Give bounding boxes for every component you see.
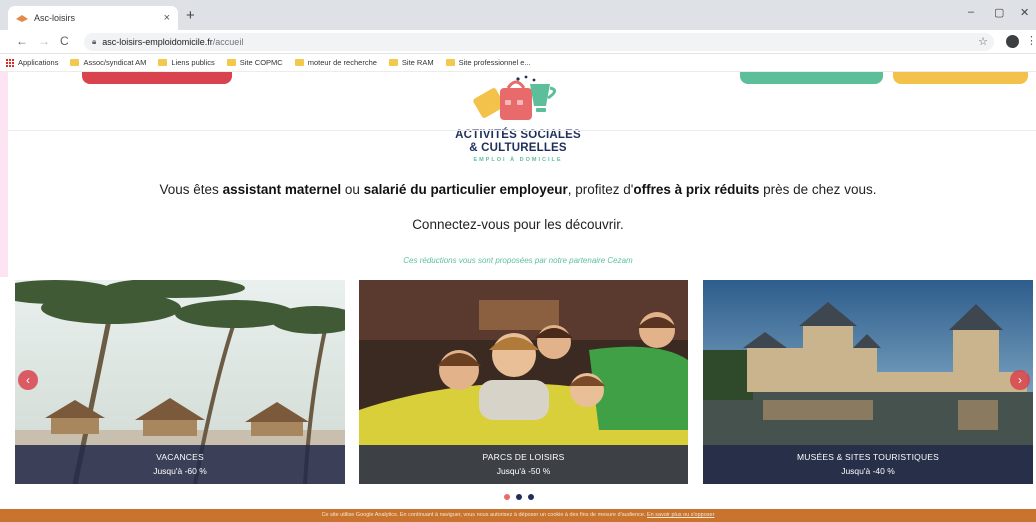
browser-tab[interactable]: Asc-loisirs × bbox=[8, 6, 178, 30]
bookmark-label: Site RAM bbox=[401, 58, 434, 67]
bookmark-site-professionnel[interactable]: Site professionnel e... bbox=[445, 58, 531, 67]
intro-bold-offres: offres à prix réduits bbox=[633, 182, 760, 197]
card-caption: VACANCES Jusqu'à -60 % bbox=[15, 445, 345, 484]
folder-icon bbox=[445, 59, 455, 66]
forward-arrow-icon[interactable]: → bbox=[38, 34, 50, 48]
bookmark-label: moteur de recherche bbox=[307, 58, 377, 67]
bookmark-moteur-recherche[interactable]: moteur de recherche bbox=[294, 58, 377, 67]
intro-text-part: Vous êtes bbox=[159, 182, 223, 197]
profile-avatar-icon[interactable] bbox=[1006, 35, 1019, 48]
card-title: MUSÉES & SITES TOURISTIQUES bbox=[796, 452, 940, 462]
logo-illustration-icon bbox=[473, 75, 556, 120]
page-content: ACTIVITÉS SOCIALES & CULTURELLES EMPLOI … bbox=[0, 72, 1036, 522]
apps-grid-icon bbox=[6, 58, 14, 67]
card-title: PARCS DE LOISIRS bbox=[482, 452, 565, 462]
tab-strip: Asc-loisirs × + – ▢ ✕ bbox=[0, 0, 1036, 30]
tab-title: Asc-loisirs bbox=[34, 13, 76, 23]
bookmark-applications[interactable]: Applications bbox=[6, 58, 58, 67]
bookmark-label: Site COPMC bbox=[239, 58, 283, 67]
browser-window: Asc-loisirs × + – ▢ ✕ ← → C 🔒︎ asc-loisi… bbox=[0, 0, 1036, 522]
folder-icon bbox=[388, 59, 398, 66]
window-close-button[interactable]: ✕ bbox=[1020, 6, 1029, 19]
intro-text-part: près de chez vous. bbox=[759, 182, 877, 197]
carousel-dot[interactable] bbox=[528, 494, 534, 500]
url-path: /accueil bbox=[212, 37, 244, 47]
connect-prompt: Connectez-vous pour les découvrir. bbox=[412, 217, 624, 232]
window-minimize-button[interactable]: – bbox=[968, 6, 974, 18]
folder-icon bbox=[294, 59, 304, 66]
carousel-prev-button[interactable]: ‹ bbox=[18, 370, 38, 390]
card-discount: Jusqu'à -50 % bbox=[496, 466, 551, 476]
bookmark-liens-publics[interactable]: Liens publics bbox=[158, 58, 215, 67]
card-discount: Jusqu'à -60 % bbox=[153, 466, 207, 476]
bookmark-label: Applications bbox=[18, 58, 59, 67]
bookmark-site-ram[interactable]: Site RAM bbox=[388, 58, 434, 67]
bookmark-label: Site professionnel e... bbox=[458, 58, 531, 67]
url-host: asc-loisirs-emploidomicile.fr bbox=[102, 37, 213, 47]
cookie-text: Ce site utilise Google Analytics. En con… bbox=[321, 512, 648, 518]
site-favicon-icon bbox=[16, 15, 28, 22]
logo-tagline: EMPLOI À DOMICILE bbox=[473, 157, 563, 163]
intro-text: Vous êtes assistant maternel ou salarié … bbox=[0, 182, 1036, 197]
bookmark-label: Assoc/syndicat AM bbox=[83, 58, 147, 67]
cookie-more-link[interactable]: En savoir plus ou s'opposer bbox=[647, 512, 714, 518]
card-caption: MUSÉES & SITES TOURISTIQUES Jusqu'à -40 … bbox=[703, 445, 1033, 484]
card-title: VACANCES bbox=[156, 452, 204, 462]
back-arrow-icon[interactable]: ← bbox=[16, 34, 28, 48]
carousel-dot[interactable] bbox=[516, 494, 522, 500]
carousel-next-button[interactable]: › bbox=[1010, 370, 1030, 390]
folder-icon bbox=[70, 59, 80, 66]
new-tab-button[interactable]: + bbox=[186, 7, 195, 24]
partner-note: Ces réductions vous sont proposées par n… bbox=[403, 256, 633, 265]
toolbar: ← → C 🔒︎ asc-loisirs-emploidomicile.fr /… bbox=[0, 30, 1036, 54]
address-bar[interactable]: 🔒︎ asc-loisirs-emploidomicile.fr /accuei… bbox=[84, 33, 994, 51]
lock-icon: 🔒︎ bbox=[92, 37, 97, 46]
card-caption: PARCS DE LOISIRS Jusqu'à -50 % bbox=[359, 445, 688, 484]
carousel-pagination bbox=[504, 494, 534, 500]
intro-bold-salarie: salarié du particulier employeur bbox=[363, 182, 568, 197]
window-restore-button[interactable]: ▢ bbox=[994, 6, 1004, 19]
carousel-card-parcs[interactable]: PARCS DE LOISIRS Jusqu'à -50 % bbox=[359, 280, 688, 484]
header-red-button[interactable] bbox=[82, 72, 232, 84]
decorative-block bbox=[0, 72, 8, 277]
intro-bold-assistant: assistant maternel bbox=[222, 182, 342, 197]
card-discount: Jusqu'à -40 % bbox=[841, 466, 895, 476]
intro-text-part: , profitez d' bbox=[567, 182, 634, 197]
bookmark-label: Liens publics bbox=[171, 58, 215, 67]
header-green-button[interactable] bbox=[740, 72, 883, 84]
menu-kebab-icon[interactable]: ⋮ bbox=[1026, 34, 1036, 47]
header-yellow-button[interactable] bbox=[893, 72, 1028, 84]
carousel-card-vacances[interactable]: VACANCES Jusqu'à -60 % bbox=[15, 280, 345, 484]
cookie-banner: Ce site utilise Google Analytics. En con… bbox=[0, 509, 1036, 522]
folder-icon bbox=[226, 59, 236, 66]
intro-text-part: ou bbox=[341, 182, 364, 197]
bookmark-site-copmc[interactable]: Site COPMC bbox=[226, 58, 283, 67]
logo-title-line2: & CULTURELLES bbox=[469, 142, 567, 154]
bookmarks-bar: Applications Assoc/syndicat AM Liens pub… bbox=[0, 54, 1036, 72]
bookmark-assoc-syndicat[interactable]: Assoc/syndicat AM bbox=[70, 58, 146, 67]
folder-icon bbox=[158, 59, 168, 66]
carousel-dot[interactable] bbox=[504, 494, 510, 500]
carousel-card-musees[interactable]: MUSÉES & SITES TOURISTIQUES Jusqu'à -40 … bbox=[703, 280, 1033, 484]
bookmark-star-icon[interactable]: ☆ bbox=[978, 35, 988, 48]
header-divider bbox=[0, 130, 1036, 131]
tab-close-icon[interactable]: × bbox=[164, 12, 170, 24]
reload-icon[interactable]: C bbox=[60, 34, 69, 48]
